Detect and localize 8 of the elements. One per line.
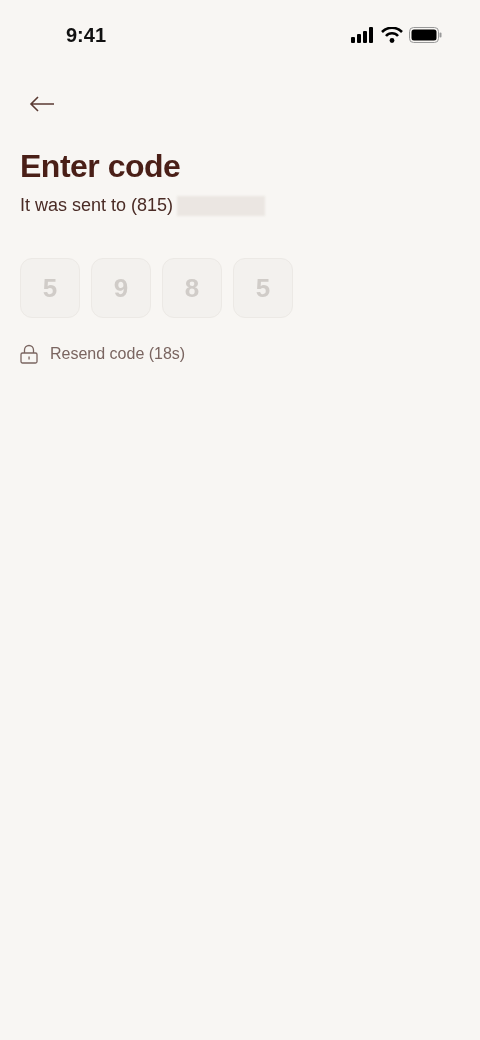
lock-icon <box>20 344 38 364</box>
page-title: Enter code <box>20 148 182 185</box>
wifi-icon <box>381 27 403 43</box>
signal-icon <box>351 27 375 43</box>
back-arrow-icon <box>29 96 55 112</box>
subtitle: It was sent to (815) <box>20 195 174 216</box>
status-time: 9:41 <box>66 23 107 47</box>
battery-icon <box>409 27 442 43</box>
